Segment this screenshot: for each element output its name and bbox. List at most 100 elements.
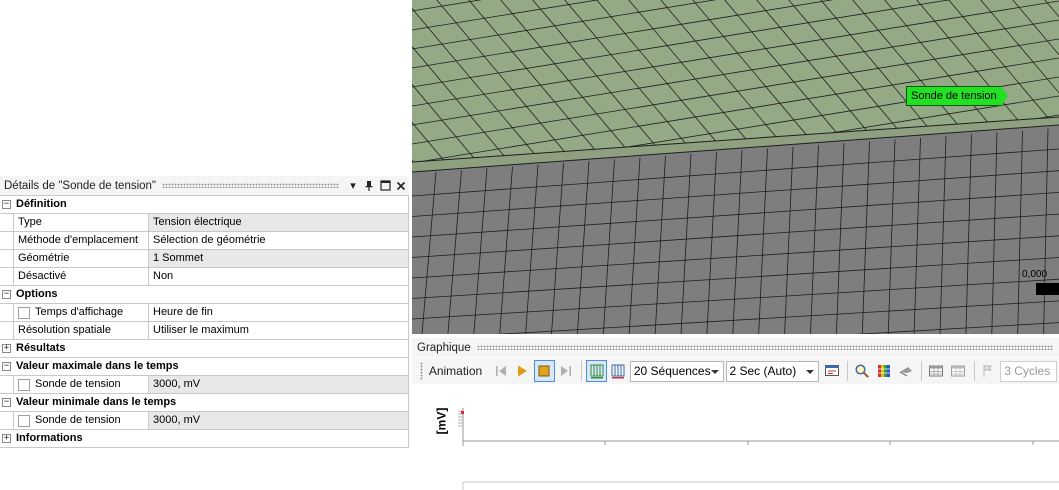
details-titlebar: Détails de "Sonde de tension" ▾ <box>0 176 409 195</box>
expander[interactable]: − <box>0 286 13 304</box>
animation-label: Animation <box>428 364 483 378</box>
property-name: Géométrie <box>13 250 149 267</box>
expand-icon[interactable]: + <box>2 344 11 353</box>
cycles-value: 3 Cycles <box>1004 364 1051 378</box>
property-value[interactable]: Sélection de géométrie <box>149 232 408 249</box>
probe-pointer-icon <box>1000 86 1008 106</box>
cycles-icon[interactable] <box>978 360 999 382</box>
graph-panel: Graphique Animation 20 Séquences 2 Sec (… <box>412 338 1059 490</box>
property-name-text: Type <box>18 216 42 228</box>
property-row[interactable]: Désactivé Non <box>0 268 409 286</box>
toolbar-grip[interactable] <box>420 362 423 380</box>
current-time-marker <box>461 411 464 414</box>
category-row[interactable]: + Résultats <box>0 340 409 358</box>
collapse-icon[interactable]: − <box>2 362 11 371</box>
cycles-select[interactable]: 3 Cycles <box>1000 360 1058 382</box>
category-row[interactable]: − Valeur minimale dans le temps <box>0 394 409 412</box>
collapse-icon[interactable]: − <box>2 290 11 299</box>
panel-menu-icon[interactable]: ▾ <box>345 178 361 194</box>
table-export-icon[interactable] <box>948 360 969 382</box>
row-gutter <box>0 268 13 286</box>
details-grid: − Définition Type Tension électrique Méthode… <box>0 195 409 448</box>
collapse-icon[interactable]: − <box>2 200 11 209</box>
category-label: Résultats <box>16 342 66 354</box>
maximize-icon[interactable] <box>377 178 393 194</box>
property-name-text: Temps d'affichage <box>35 306 124 318</box>
probe-cursor-icon[interactable] <box>895 360 916 382</box>
expand-icon[interactable]: + <box>2 434 11 443</box>
property-name: Temps d'affichage <box>13 304 149 321</box>
row-gutter <box>0 412 13 430</box>
step-back-icon[interactable] <box>490 360 511 382</box>
expander[interactable]: + <box>0 340 13 358</box>
property-name: Désactivé <box>13 268 149 285</box>
property-value[interactable]: Utiliser le maximum <box>149 322 408 339</box>
category-row[interactable]: + Informations <box>0 430 409 448</box>
sequences-select[interactable]: 20 Séquences <box>629 360 724 382</box>
property-value[interactable]: 3000, mV <box>149 412 408 429</box>
expander[interactable]: − <box>0 196 13 214</box>
stop-icon[interactable] <box>533 360 555 382</box>
expander[interactable]: − <box>0 394 13 412</box>
distributed-frames-icon[interactable] <box>586 360 608 382</box>
property-value[interactable]: Tension électrique <box>149 214 408 231</box>
property-row[interactable]: Résolution spatiale Utiliser le maximum <box>0 322 409 340</box>
category-label: Informations <box>16 432 83 444</box>
close-icon[interactable] <box>393 178 409 194</box>
property-value[interactable]: Non <box>149 268 408 285</box>
property-value[interactable]: Heure de fin <box>149 304 408 321</box>
export-video-icon[interactable] <box>821 360 842 382</box>
table-view-icon[interactable] <box>926 360 947 382</box>
property-name-text: Méthode d'emplacement <box>18 234 139 246</box>
property-row[interactable]: Méthode d'emplacement Sélection de géomét… <box>0 232 409 250</box>
category-label: Définition <box>16 198 67 210</box>
collapse-icon[interactable]: − <box>2 398 11 407</box>
property-name: Sonde de tension <box>13 376 149 393</box>
parameter-checkbox[interactable] <box>18 306 30 319</box>
parameter-checkbox[interactable] <box>18 414 30 427</box>
property-row[interactable]: Sonde de tension 3000, mV <box>0 376 409 394</box>
property-row[interactable]: Géométrie 1 Sommet <box>0 250 409 268</box>
animation-toolbar: Animation 20 Séquences 2 Sec (Auto) 3 Cy… <box>412 358 1059 384</box>
zoom-to-fit-icon[interactable] <box>852 360 873 382</box>
property-value[interactable]: 1 Sommet <box>149 250 408 267</box>
property-row[interactable]: Sonde de tension 3000, mV <box>0 412 409 430</box>
category-row[interactable]: − Options <box>0 286 409 304</box>
chevron-down-icon <box>710 369 719 374</box>
graph-titlebar-grip[interactable] <box>476 345 1053 350</box>
legend-colors-icon[interactable] <box>874 360 895 382</box>
play-icon[interactable] <box>512 360 533 382</box>
property-name-text: Sonde de tension <box>35 414 121 426</box>
property-name: Type <box>13 214 149 231</box>
y-axis-unit-label: [mV] <box>434 407 449 435</box>
duration-select[interactable]: 2 Sec (Auto) <box>725 360 820 382</box>
step-forward-icon[interactable] <box>556 360 577 382</box>
expander[interactable]: − <box>0 358 13 376</box>
property-value[interactable]: 3000, mV <box>149 376 408 393</box>
sequences-value: 20 Séquences <box>633 364 711 378</box>
toolbar-separator <box>846 361 848 381</box>
property-name-text: Sonde de tension <box>35 378 121 390</box>
parameter-checkbox[interactable] <box>18 378 30 391</box>
expander[interactable]: + <box>0 430 13 448</box>
property-name-text: Géométrie <box>18 252 70 264</box>
result-frames-icon[interactable] <box>608 360 629 382</box>
pin-icon[interactable] <box>361 178 377 194</box>
row-gutter <box>0 250 13 268</box>
plot-area <box>463 400 1059 446</box>
property-row[interactable]: Type Tension électrique <box>0 214 409 232</box>
graph-plot[interactable] <box>412 386 1059 490</box>
toolbar-separator <box>973 361 975 381</box>
scale-ruler-bar <box>1036 283 1059 295</box>
geometry-viewport[interactable]: Sonde de tension 0,000 <box>412 0 1059 334</box>
property-row[interactable]: Temps d'affichage Heure de fin <box>0 304 409 322</box>
titlebar-grip[interactable] <box>162 183 339 188</box>
row-gutter <box>0 232 13 250</box>
category-label: Valeur maximale dans le temps <box>16 360 179 372</box>
category-row[interactable]: − Valeur maximale dans le temps <box>0 358 409 376</box>
probe-label-tag[interactable]: Sonde de tension <box>906 86 1008 106</box>
row-gutter <box>0 304 13 322</box>
category-row[interactable]: − Définition <box>0 196 409 214</box>
mesh-view[interactable] <box>412 0 1059 334</box>
toolbar-separator <box>581 361 583 381</box>
